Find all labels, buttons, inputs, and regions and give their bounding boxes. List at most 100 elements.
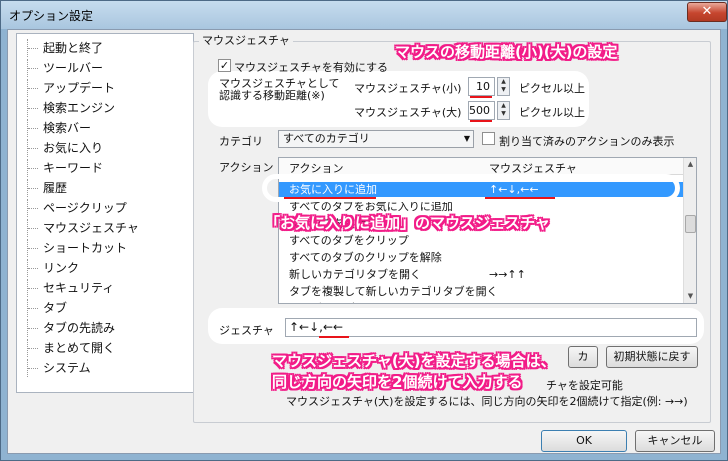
sidebar-item[interactable]: ショートカット <box>17 239 193 257</box>
gesture-label: ジェスチャ <box>219 324 274 337</box>
tree-connector <box>27 79 39 97</box>
sidebar-item[interactable]: ツールバー <box>17 59 193 77</box>
small-distance-unit: ピクセル以上 <box>519 82 585 95</box>
action-gesture: →→↑↑ <box>489 268 526 281</box>
sidebar-item-label: セキュリティ <box>43 281 115 295</box>
sidebar-item[interactable]: 検索エンジン <box>17 99 193 117</box>
action-row[interactable]: 新しいカテゴリタブを開く →→↑↑ <box>279 267 683 282</box>
large-gesture-label: マウスジェスチャ(大) <box>354 106 462 119</box>
set-gesture-button[interactable]: カ <box>568 346 598 368</box>
tree-connector <box>27 219 39 237</box>
sidebar-item[interactable]: タブの先読み <box>17 319 193 337</box>
scroll-down-icon[interactable]: ▼ <box>684 290 696 303</box>
sidebar-item-label: お気に入り <box>43 141 104 155</box>
sidebar-item-label: リンク <box>43 261 80 275</box>
sidebar-item-label: 検索エンジン <box>43 101 116 115</box>
tree-connector <box>27 179 39 197</box>
tree-connector <box>27 199 39 217</box>
action-name: すべてのタブのクリップを解除 <box>289 251 442 264</box>
sidebar-item-label: ショートカット <box>43 241 128 255</box>
category-select[interactable]: すべてのカテゴリ ▼ <box>278 130 474 148</box>
selected-gesture-underline <box>485 197 555 199</box>
large-distance-unit: ピクセル以上 <box>519 106 585 119</box>
checkmark-icon: ✓ <box>219 59 230 72</box>
cancel-button[interactable]: キャンセル <box>635 430 715 452</box>
tree-connector <box>27 99 39 117</box>
sidebar-item[interactable]: まとめて開く <box>17 339 193 357</box>
action-name: カテゴリタブを閉じる <box>289 301 399 303</box>
ok-button[interactable]: OK <box>541 430 627 452</box>
tree-connector <box>27 139 39 157</box>
sidebar-item[interactable]: 履歴 <box>17 179 193 197</box>
category-tree: 起動と終了ツールバーアップデート検索エンジン 検索バーお気に入りキーワード履歴ペー… <box>16 33 194 393</box>
action-name: タブを複製して新しいカテゴリタブを開く <box>289 285 498 298</box>
enable-gesture-checkbox[interactable]: ✓ <box>218 59 231 72</box>
sidebar-item[interactable]: お気に入り <box>17 139 193 157</box>
tree-connector <box>27 239 39 257</box>
tree-connector <box>27 359 39 377</box>
sidebar-item-label: タブ <box>43 301 68 315</box>
sidebar-item[interactable]: マウスジェスチャ <box>17 219 193 237</box>
annotation-large-line2: 同じ方向の矢印を2個続けて入力する <box>272 373 523 391</box>
sidebar-item[interactable]: リンク <box>17 259 193 277</box>
gesture-double-arrow-underline <box>319 336 349 338</box>
scroll-up-icon[interactable]: ▲ <box>684 158 696 171</box>
actions-label: アクション <box>219 161 274 174</box>
spin-down-icon[interactable]: ▼ <box>498 86 509 94</box>
close-button[interactable]: ✕ <box>687 2 727 22</box>
small-gesture-label: マウスジェスチャ(小) <box>354 82 462 95</box>
tree-connector <box>27 159 39 177</box>
tree-connector <box>27 319 39 337</box>
reset-default-button[interactable]: 初期状態に戻す <box>606 346 698 368</box>
actions-scrollbar[interactable]: ▲ ▼ <box>683 158 696 303</box>
close-icon: ✕ <box>701 4 713 19</box>
sidebar-item-label: ページクリップ <box>43 201 127 215</box>
selected-action-underline <box>284 197 376 199</box>
assigned-only-checkbox[interactable] <box>482 132 495 145</box>
sidebar-item-label: タブの先読み <box>43 321 116 335</box>
distance-label: マウスジェスチャとして認識する移動距離(※) <box>219 77 340 102</box>
actions-list-header: アクション マウスジェスチャ <box>279 158 683 175</box>
sidebar-item-label: まとめて開く <box>43 341 116 355</box>
tree-connector <box>27 59 39 77</box>
action-row[interactable]: すべてのタブのクリップを解除 <box>279 250 683 265</box>
sidebar-item[interactable]: キーワード <box>17 159 193 177</box>
sidebar-item[interactable]: アップデート <box>17 79 193 97</box>
large-distance-spinner[interactable]: ▲ ▼ <box>497 101 510 120</box>
sidebar-item-label: 履歴 <box>43 181 68 195</box>
sidebar-item[interactable]: セキュリティ <box>17 279 193 297</box>
sidebar-item[interactable]: タブ <box>17 299 193 317</box>
scroll-thumb[interactable] <box>685 215 696 233</box>
note-line-2: マウスジェスチャ(大)を設定するには、同じ方向の矢印を2個続けて指定(例: →→… <box>286 395 688 408</box>
sidebar-item-label: ツールバー <box>43 61 104 75</box>
action-row[interactable]: カテゴリタブを閉じる <box>279 301 683 303</box>
action-row[interactable]: タブを複製して新しいカテゴリタブを開く <box>279 284 683 299</box>
options-window: オプション設定 ✕ 起動と終了ツールバーアップデート検索エンジン 検索バーお気に入… <box>0 0 728 461</box>
category-label: カテゴリ <box>219 135 263 148</box>
action-row[interactable]: すべてのタブをクリップ <box>279 233 683 248</box>
spin-down-icon[interactable]: ▼ <box>498 110 509 118</box>
small-distance-input[interactable]: 10 <box>468 77 495 96</box>
tree-connector <box>27 299 39 317</box>
tree-connector <box>27 39 39 57</box>
enable-gesture-label: マウスジェスチャを有効にする <box>234 61 388 74</box>
sidebar-item-label: 検索バー <box>43 121 92 135</box>
title-bar[interactable]: オプション設定 ✕ <box>1 1 727 29</box>
annotation-favorite-gesture: 「お気に入りに追加」のマウスジェスチャ <box>265 214 550 232</box>
action-name: 新しいカテゴリタブを開く <box>289 268 421 281</box>
tree-connector <box>27 339 39 357</box>
assigned-only-label: 割り当て済みのアクションのみ表示 <box>499 135 675 148</box>
sidebar-item[interactable]: 起動と終了 <box>17 39 193 57</box>
sidebar-item[interactable]: システム <box>17 359 193 377</box>
spin-up-icon[interactable]: ▲ <box>498 102 509 110</box>
sidebar-item-label: 起動と終了 <box>43 41 104 55</box>
note-line-1: チャを設定可能 <box>546 379 623 392</box>
large-distance-input[interactable]: 500 <box>468 101 495 120</box>
sidebar-item[interactable]: 検索バー <box>17 119 193 137</box>
gesture-input[interactable]: ↑←↓,←← <box>285 318 697 337</box>
small-distance-spinner[interactable]: ▲ ▼ <box>497 77 510 96</box>
spin-up-icon[interactable]: ▲ <box>498 78 509 86</box>
sidebar-item[interactable]: ページクリップ <box>17 199 193 217</box>
window-title: オプション設定 <box>9 9 94 23</box>
small-value-underline <box>470 96 492 98</box>
